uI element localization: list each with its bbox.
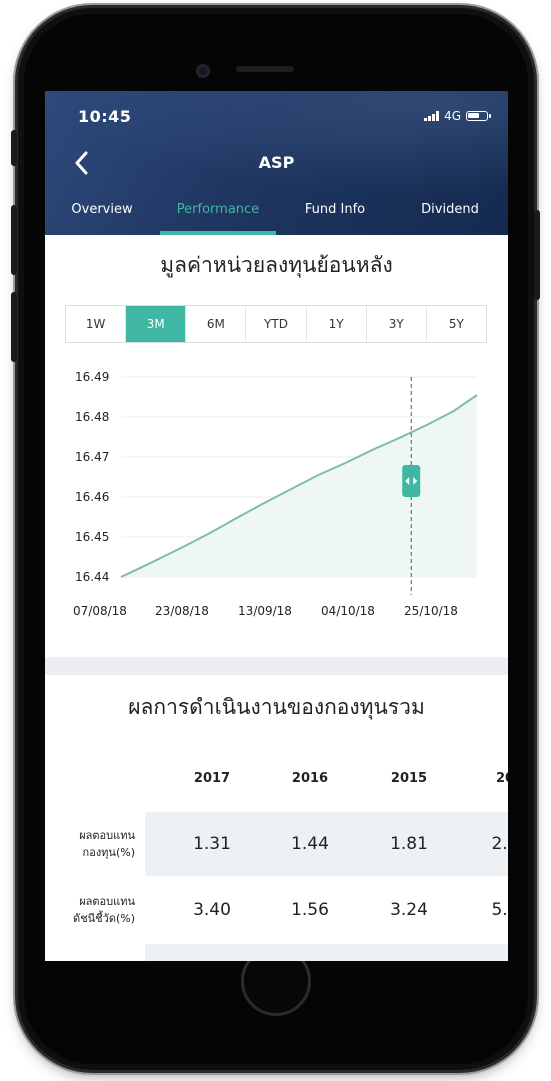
tab-bar: Overview Performance Fund Info Dividend	[45, 199, 508, 235]
status-indicators: 4G	[424, 109, 491, 123]
y-tick-label: 16.48	[75, 410, 109, 424]
signal-icon	[424, 111, 440, 121]
tab-overview[interactable]: Overview	[57, 199, 147, 235]
x-tick-label: 04/10/18	[321, 604, 375, 618]
year-header-2017: 2017	[193, 771, 231, 786]
fund-return-label: ผลตอบแทน กองทุน(%)	[49, 827, 135, 861]
period-5y[interactable]: 5Y	[427, 306, 486, 342]
section-divider	[45, 657, 508, 675]
year-header-next: 20	[495, 771, 508, 786]
table-cell: 1.44	[291, 834, 329, 854]
table-cell: 2.3	[491, 834, 508, 854]
tab-fund-info[interactable]: Fund Info	[290, 199, 380, 235]
benchmark-return-label: ผลตอบแทน ดัชนีชี้วัด(%)	[49, 893, 135, 927]
table-cell: 3.24	[390, 900, 428, 920]
app-screen: 10:45 4G ASP Overview Performance Fund I…	[45, 91, 508, 961]
x-tick-label: 07/08/18	[73, 604, 127, 618]
period-3m[interactable]: 3M	[126, 306, 187, 342]
year-header-2015: 2015	[390, 771, 428, 786]
nav-history-title: มูลค่าหน่วยลงทุนย้อนหลัง	[160, 253, 393, 277]
battery-icon	[466, 111, 491, 121]
period-3y[interactable]: 3Y	[367, 306, 427, 342]
status-time: 10:45	[78, 107, 132, 126]
cursor-handle[interactable]	[402, 465, 421, 497]
year-header-2016: 2016	[291, 771, 329, 786]
row-label-line: ผลตอบแทน	[79, 829, 135, 842]
period-6m[interactable]: 6M	[186, 306, 247, 342]
table-cell: 3.40	[193, 900, 231, 920]
y-tick-label: 16.47	[75, 450, 109, 464]
tab-dividend[interactable]: Dividend	[405, 199, 495, 235]
page-title: ASP	[258, 153, 295, 172]
earpiece-speaker	[236, 66, 294, 72]
mute-switch	[11, 130, 17, 166]
power-button	[534, 210, 540, 300]
y-tick-label: 16.44	[75, 570, 109, 584]
table-cell: 1.81	[390, 834, 428, 854]
volume-down-button	[11, 292, 17, 362]
performance-title: ผลการดำเนินงานของกองทุนรวม	[128, 695, 425, 719]
nav-chart[interactable]: 16.49 16.48 16.47 16.46 16.45 16.44 07/08/18 23…	[45, 359, 508, 631]
x-tick-label: 23/08/18	[155, 604, 209, 618]
period-selector: 1W 3M 6M YTD 1Y 3Y 5Y	[65, 305, 487, 343]
app-header: 10:45 4G ASP Overview Performance Fund I…	[45, 91, 508, 235]
front-camera	[196, 64, 210, 78]
table-cell: 5.5	[491, 900, 508, 920]
period-1y[interactable]: 1Y	[307, 306, 367, 342]
active-tab-indicator	[160, 231, 276, 235]
row-label-line: ผลตอบแทน	[79, 895, 135, 908]
y-tick-label: 16.49	[75, 370, 109, 384]
period-1w[interactable]: 1W	[66, 306, 127, 342]
row-label-line: กองทุน(%)	[82, 846, 135, 859]
y-tick-label: 16.46	[75, 490, 109, 504]
table-cell: 1.31	[193, 834, 231, 854]
row-label-line: ดัชนีชี้วัด(%)	[73, 912, 135, 925]
x-tick-label: 25/10/18	[404, 604, 458, 618]
y-tick-label: 16.45	[75, 530, 109, 544]
tab-performance[interactable]: Performance	[160, 199, 276, 235]
network-type: 4G	[444, 109, 461, 123]
table-cell: 1.56	[291, 900, 329, 920]
table-row-bg	[145, 944, 508, 961]
x-tick-label: 13/09/18	[238, 604, 292, 618]
volume-up-button	[11, 205, 17, 275]
period-ytd[interactable]: YTD	[246, 306, 307, 342]
